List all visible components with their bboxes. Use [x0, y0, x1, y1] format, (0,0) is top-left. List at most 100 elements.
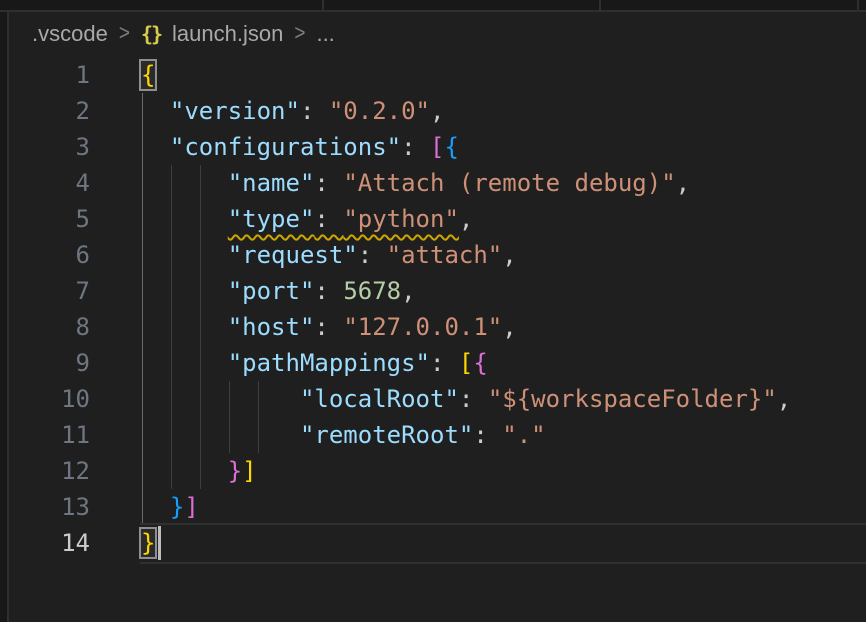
code-line[interactable]: 4 "name": "Attach (remote debug)",: [0, 165, 866, 201]
json-braces-icon: {}: [141, 22, 161, 46]
code-segment: "configurations": [170, 133, 401, 161]
code-line[interactable]: 1{: [0, 57, 866, 93]
code-segment: [141, 421, 300, 449]
tab-separator: [322, 0, 324, 10]
breadcrumb-item-more[interactable]: ...: [316, 21, 334, 47]
indent-guide: [171, 453, 172, 489]
code-segment: ".": [502, 421, 545, 449]
code-segment: }: [228, 457, 242, 485]
indent-guide: [200, 381, 201, 417]
indent-guide: [171, 237, 172, 273]
indent-guide: [200, 165, 201, 201]
tab-bar-strip: [0, 0, 866, 12]
code-segment: "type": [228, 205, 315, 233]
code-segment: {: [444, 133, 458, 161]
indent-guide: [142, 237, 143, 273]
code-segment: [141, 457, 228, 485]
indent-guide: [142, 417, 143, 453]
code-line[interactable]: 10 "localRoot": "${workspaceFolder}",: [0, 381, 866, 417]
code-segment: "pathMappings": [228, 349, 430, 377]
code-line-content: {: [0, 57, 866, 93]
chevron-right-icon: >: [119, 21, 130, 46]
code-segment: "remoteRoot": [300, 421, 473, 449]
indent-guide: [142, 165, 143, 201]
code-line[interactable]: 11 "remoteRoot": ".": [0, 417, 866, 453]
indent-guide: [171, 381, 172, 417]
code-line[interactable]: 9 "pathMappings": [{: [0, 345, 866, 381]
code-segment: [141, 277, 228, 305]
code-line[interactable]: 6 "request": "attach",: [0, 237, 866, 273]
code-segment: [141, 313, 228, 341]
code-line[interactable]: 7 "port": 5678,: [0, 273, 866, 309]
code-segment: 5678: [343, 277, 401, 305]
indent-guide: [200, 453, 201, 489]
breadcrumb-item-file[interactable]: launch.json: [172, 21, 283, 47]
code-line[interactable]: 13 }]: [0, 489, 866, 525]
indent-guide: [171, 165, 172, 201]
code-segment: :: [314, 277, 343, 305]
indent-guide: [142, 453, 143, 489]
code-line[interactable]: 12 }]: [0, 453, 866, 489]
code-segment: ,: [502, 313, 516, 341]
code-line-content: }: [0, 525, 866, 561]
code-segment: [141, 493, 170, 521]
bracket-match-box: }: [141, 529, 155, 557]
indent-guide: [171, 417, 172, 453]
code-segment: ,: [676, 169, 690, 197]
code-segment: ,: [502, 241, 516, 269]
indent-guide: [200, 201, 201, 237]
indent-guide: [171, 201, 172, 237]
code-line-content: "name": "Attach (remote debug)",: [0, 165, 866, 201]
breadcrumb-item-folder[interactable]: .vscode: [32, 21, 108, 47]
sidebar-edge-strip: [0, 12, 9, 622]
code-segment: [: [459, 349, 473, 377]
code-segment: ]: [242, 457, 256, 485]
indent-guide: [142, 201, 143, 237]
code-segment: "${workspaceFolder}": [488, 385, 777, 413]
code-segment: :: [314, 313, 343, 341]
code-area[interactable]: 1{2 "version": "0.2.0",3 "configurations…: [0, 57, 866, 561]
indent-guide: [171, 309, 172, 345]
code-segment: "127.0.0.1": [343, 313, 502, 341]
breadcrumb: .vscode > {} launch.json >...: [9, 12, 866, 56]
code-line[interactable]: 8 "host": "127.0.0.1",: [0, 309, 866, 345]
indent-guide: [200, 345, 201, 381]
vscode-editor: { "tab_bar": { "separator_positions": [3…: [0, 0, 866, 622]
indent-guide: [200, 273, 201, 309]
code-line-content: }]: [0, 489, 866, 525]
code-line-content: "localRoot": "${workspaceFolder}",: [0, 381, 866, 417]
code-segment: :: [430, 349, 459, 377]
indent-guide: [142, 309, 143, 345]
indent-guide: [142, 381, 143, 417]
code-line[interactable]: 2 "version": "0.2.0",: [0, 93, 866, 129]
code-line[interactable]: 5 "type": "python",: [0, 201, 866, 237]
indent-guide: [258, 381, 259, 417]
code-segment: :: [300, 97, 329, 125]
code-segment: ,: [459, 205, 473, 233]
bracket-match-box: {: [141, 61, 155, 89]
code-segment: :: [401, 133, 430, 161]
code-segment: "localRoot": [300, 385, 459, 413]
code-line-content: "version": "0.2.0",: [0, 93, 866, 129]
code-segment: [141, 349, 228, 377]
tab-separator: [599, 0, 601, 10]
indent-guide: [142, 489, 143, 525]
indent-guide: [200, 309, 201, 345]
code-line[interactable]: 3 "configurations": [{: [0, 129, 866, 165]
active-line-highlight: [140, 523, 866, 564]
indent-guide: [142, 273, 143, 309]
chevron-right-icon: >: [294, 21, 305, 46]
indent-guide: [258, 417, 259, 453]
code-segment: "port": [228, 277, 315, 305]
code-line-content: "host": "127.0.0.1",: [0, 309, 866, 345]
indent-guide: [171, 273, 172, 309]
code-segment: ]: [184, 493, 198, 521]
code-line[interactable]: 14}: [0, 525, 866, 561]
code-line-content: "pathMappings": [{: [0, 345, 866, 381]
code-segment: "host": [228, 313, 315, 341]
code-line-content: "configurations": [{: [0, 129, 866, 165]
code-segment: "0.2.0": [329, 97, 430, 125]
code-line-content: }]: [0, 453, 866, 489]
code-segment: "Attach (remote debug)": [343, 169, 675, 197]
code-line-content: "type": "python",: [0, 201, 866, 237]
